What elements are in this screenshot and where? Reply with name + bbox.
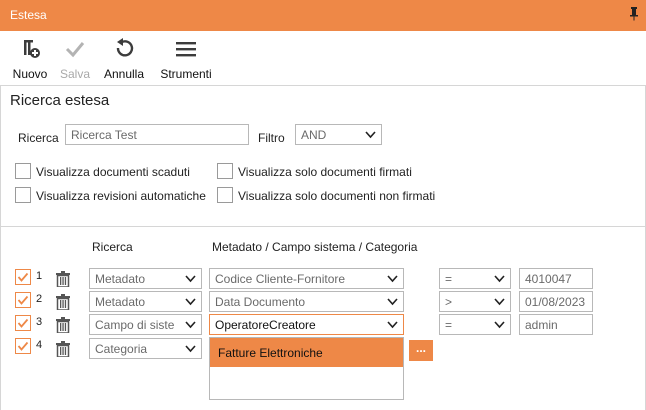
checkmark-icon <box>17 295 29 305</box>
chevron-down-icon <box>387 275 398 283</box>
save-button[interactable]: Salva <box>58 37 92 81</box>
search-label: Ricerca <box>18 131 59 145</box>
row-checkbox[interactable] <box>15 292 31 308</box>
undo-button-label: Annulla <box>103 67 145 81</box>
divider <box>0 85 646 86</box>
checkmark-icon <box>17 341 29 351</box>
panel-border <box>0 85 1 410</box>
toolbar: Nuovo Salva Annulla Strumenti <box>0 31 646 85</box>
option-auto-revisions-checkbox[interactable] <box>15 187 31 203</box>
checkmark-icon <box>17 318 29 328</box>
undo-button[interactable]: Annulla <box>101 37 147 81</box>
option-unsigned-label: Visualizza solo documenti non firmati <box>238 189 436 203</box>
tools-button-label: Strumenti <box>160 67 212 81</box>
hamburger-menu-icon <box>176 42 196 57</box>
row-value-input[interactable]: 4010047 <box>519 268 593 289</box>
section-title: Ricerca estesa <box>10 92 110 109</box>
trash-icon[interactable] <box>56 294 70 310</box>
row-number: 1 <box>36 270 43 282</box>
row-checkbox[interactable] <box>15 315 31 331</box>
row-type-select[interactable]: Campo di siste <box>89 314 202 335</box>
row-operator-select[interactable]: = <box>439 314 511 335</box>
divider <box>0 226 646 227</box>
row-field-value: Codice Cliente-Fornitore <box>215 272 346 286</box>
chevron-down-icon <box>185 298 196 306</box>
row-type-select[interactable]: Metadato <box>89 291 202 312</box>
chevron-down-icon <box>494 298 505 306</box>
chevron-down-icon <box>494 275 505 283</box>
row-field-select[interactable]: Codice Cliente-Fornitore <box>209 268 404 289</box>
new-document-icon <box>24 40 40 58</box>
browse-category-button[interactable]: ... <box>409 340 433 361</box>
new-button[interactable]: Nuovo <box>10 37 50 81</box>
row-value-input[interactable]: admin <box>519 314 593 335</box>
option-expired-checkbox[interactable] <box>15 163 31 179</box>
filter-label: Filtro <box>258 131 285 145</box>
chevron-down-icon <box>185 275 196 283</box>
row-operator-value: > <box>445 295 453 309</box>
new-button-label: Nuovo <box>12 67 48 81</box>
option-expired-label: Visualizza documenti scaduti <box>36 165 190 179</box>
option-signed-checkbox[interactable] <box>217 163 233 179</box>
row-type-value: Metadato <box>95 295 146 309</box>
row-field-value: OperatoreCreatore <box>215 318 316 332</box>
column-header-field: Metadato / Campo sistema / Categoria <box>212 240 418 254</box>
trash-icon[interactable] <box>56 271 70 287</box>
row-field-select[interactable]: OperatoreCreatore <box>209 314 404 335</box>
search-name-input[interactable]: Ricerca Test <box>65 124 249 145</box>
chevron-down-icon <box>185 345 196 353</box>
checkmark-icon <box>17 272 29 282</box>
checkmark-icon <box>65 42 85 58</box>
row-type-value: Metadato <box>95 272 146 286</box>
window-title: Estesa <box>10 8 47 22</box>
undo-icon <box>116 38 134 57</box>
pin-icon[interactable] <box>628 6 640 22</box>
option-auto-revisions-label: Visualizza revisioni automatiche <box>36 189 206 203</box>
row-checkbox[interactable] <box>15 338 31 354</box>
row-operator-select[interactable]: = <box>439 268 511 289</box>
column-header-search: Ricerca <box>92 240 133 254</box>
row-field-select[interactable]: Data Documento <box>209 291 404 312</box>
row-field-value: Data Documento <box>215 295 306 309</box>
option-signed-label: Visualizza solo documenti firmati <box>238 165 412 179</box>
trash-icon[interactable] <box>56 341 70 357</box>
row-operator-value: = <box>445 318 453 332</box>
trash-icon[interactable] <box>56 317 70 333</box>
chevron-down-icon <box>185 321 196 329</box>
chevron-down-icon <box>387 298 398 306</box>
filter-select-value: AND <box>301 128 327 142</box>
row-checkbox[interactable] <box>15 269 31 285</box>
save-button-label: Salva <box>59 67 91 81</box>
chevron-down-icon <box>387 321 398 329</box>
row-value-input[interactable]: 01/08/2023 <box>519 291 593 312</box>
row-operator-value: = <box>445 272 453 286</box>
category-dropdown-list: Fatture Elettroniche <box>209 337 404 400</box>
row-number: 4 <box>36 339 43 351</box>
filter-select[interactable]: AND <box>295 124 382 145</box>
tools-button[interactable]: Strumenti <box>158 37 214 81</box>
chevron-down-icon <box>365 131 376 139</box>
category-option[interactable]: Fatture Elettroniche <box>210 338 403 367</box>
window-titlebar: Estesa <box>0 0 646 31</box>
row-type-value: Campo di siste <box>95 318 175 332</box>
row-operator-select[interactable]: > <box>439 291 511 312</box>
row-number: 3 <box>36 316 43 328</box>
row-type-select[interactable]: Categoria <box>89 338 202 359</box>
chevron-down-icon <box>494 321 505 329</box>
row-type-value: Categoria <box>95 342 148 356</box>
option-unsigned-checkbox[interactable] <box>217 187 233 203</box>
row-number: 2 <box>36 293 43 305</box>
row-type-select[interactable]: Metadato <box>89 268 202 289</box>
